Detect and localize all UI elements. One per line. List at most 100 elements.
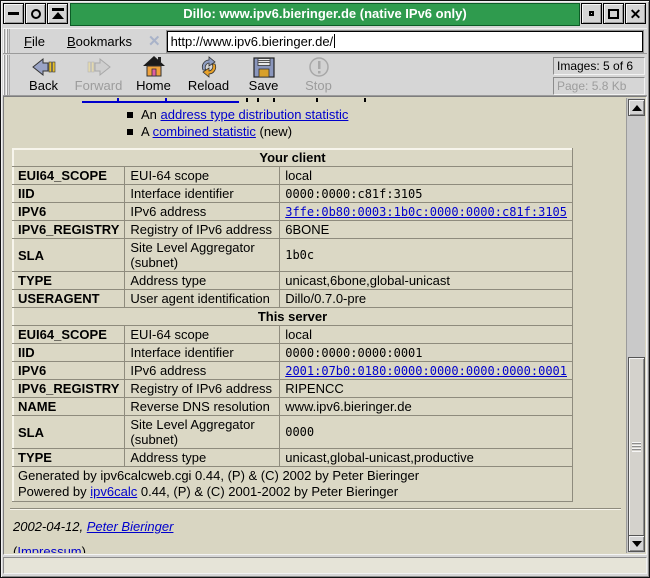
menu-file-initial: F [24,33,32,49]
close-icon: ✕ [629,5,642,22]
table-row: SLA Site Level Aggregator (subnet) 1b0c [11,238,573,272]
row-key: IID [11,184,126,203]
client-ipv6-address-link[interactable]: 3ffe:0b80:0003:1b0c:0000:0000:c81f:3105 [285,205,567,219]
menubar-drag-handle[interactable] [3,29,10,53]
small-square-icon [589,11,594,16]
menubar: File Bookmarks ✕ http://www.ipv6.biering… [3,28,647,54]
bullet2-prefix: A [141,124,153,139]
row-value: local [279,325,573,344]
date-text: 2002-04-12, [13,519,87,534]
stop-label: Stop [305,78,332,93]
table-row: TYPE Address type unicast,global-unicast… [11,448,573,467]
reload-label: Reload [187,78,230,93]
scroll-down-button[interactable] [628,535,645,552]
window-maximize-button[interactable] [603,3,624,24]
address-type-statistic-link[interactable]: address type distribution statistic [161,107,349,122]
save-button[interactable]: Save [236,55,291,95]
forward-icon [87,55,111,79]
images-status: Images: 5 of 6 [553,57,645,75]
row-desc: Interface identifier [124,184,281,203]
table-row: IID Interface identifier 0000:0000:c81f:… [11,184,573,203]
table-footer-row: Generated by ipv6calcweb.cgi 0.44, (P) &… [12,466,573,502]
row-key: NAME [11,397,126,416]
scrollbar-grip [632,442,641,452]
titlebar: Dillo: www.ipv6.bieringer.de (native IPv… [3,3,647,26]
row-desc: Reverse DNS resolution [124,397,281,416]
row-key: IPV6 [11,361,126,380]
list-item: An address type distribution statistic [127,107,626,123]
back-icon [31,55,56,79]
peter-bieringer-link[interactable]: Peter Bieringer [87,519,174,534]
row-value: 6BONE [279,220,573,239]
row-key: SLA [11,238,126,272]
clipped-text-line [5,98,626,104]
row-value: unicast,6bone,global-unicast [279,271,573,290]
reload-button[interactable]: Reload [181,55,236,95]
date-line: 2002-04-12, Peter Bieringer [13,519,626,534]
window-iconify-button[interactable] [581,3,602,24]
stop-button[interactable]: Stop [291,55,346,95]
window-shade-button[interactable] [47,3,68,24]
row-value: local [279,166,573,185]
menu-bookmarks-initial: B [66,33,76,49]
info-boxes: Images: 5 of 6 Page: 5.8 Kb [553,55,645,95]
save-label: Save [248,78,279,93]
table-row: IPV6_REGISTRY Registry of IPv6 address 6… [11,220,573,239]
window-circle-button[interactable] [25,3,46,24]
menu-file-label: ile [31,33,45,49]
generated-by-text: Generated by ipv6calcweb.cgi 0.44, (P) &… [18,468,420,483]
row-desc: Site Level Aggregator (subnet) [124,415,281,449]
row-value: RIPENCC [279,379,573,398]
row-key: SLA [11,415,126,449]
home-button[interactable]: Home [126,55,181,95]
forward-button[interactable]: Forward [71,55,126,95]
home-label: Home [136,78,171,93]
list-item: A combined statistic (new) [127,124,626,140]
row-desc: Address type [124,271,281,290]
page-size-status: Page: 5.8 Kb [553,77,645,95]
menu-file[interactable]: File [16,31,53,52]
circle-icon [30,8,41,19]
table-row: NAME Reverse DNS resolution www.ipv6.bie… [11,397,573,416]
row-key: EUI64_SCOPE [11,325,126,344]
impressum-link[interactable]: Impressum [17,544,81,553]
table-row: IPV6_REGISTRY Registry of IPv6 address R… [11,379,573,398]
row-key: IID [11,343,126,362]
row-value: 1b0c [279,238,573,272]
row-key: IPV6 [11,202,126,221]
server-ipv6-address-link[interactable]: 2001:07b0:0180:0000:0000:0000:0000:0001 [285,364,567,378]
row-key: EUI64_SCOPE [11,166,126,185]
row-value: 0000 [279,415,573,449]
table-row: SLA Site Level Aggregator (subnet) 0000 [11,415,573,449]
powered-by-prefix: Powered by [18,484,91,499]
maximize-icon [608,8,619,19]
url-input[interactable]: http://www.ipv6.bieringer.de/ [166,30,643,52]
server-section-title: This server [12,307,573,326]
table-row: EUI64_SCOPE EUI-64 scope local [11,166,573,185]
table-section-header: Your client [12,148,573,167]
scroll-up-button[interactable] [628,99,645,116]
row-desc: EUI-64 scope [124,166,281,185]
vertical-scrollbar[interactable] [626,98,645,553]
clear-url-icon[interactable]: ✕ [148,32,161,50]
page-content: An address type distribution statistic A… [5,98,626,553]
window-close-button[interactable]: ✕ [625,3,646,24]
scrollbar-thumb[interactable] [628,357,645,537]
window-minimize-button[interactable] [3,3,24,24]
combined-statistic-link[interactable]: combined statistic [153,124,256,139]
impressum-line: (Impressum) [13,544,626,553]
table-row: USERAGENT User agent identification Dill… [11,289,573,308]
row-desc: Registry of IPv6 address [124,220,281,239]
row-value: www.ipv6.bieringer.de [279,397,573,416]
powered-by-suffix: 0.44, (P) & (C) 2001-2002 by Peter Bieri… [137,484,399,499]
toolbar-drag-handle[interactable] [3,55,10,95]
content-viewport: An address type distribution statistic A… [3,96,647,555]
menu-bookmarks-label: ookmarks [75,33,132,49]
shade-icon [51,8,64,19]
menu-bookmarks[interactable]: Bookmarks [59,31,140,52]
dillo-window: Dillo: www.ipv6.bieringer.de (native IPv… [0,0,650,578]
ipv6calc-link[interactable]: ipv6calc [90,484,137,499]
home-icon [142,55,166,79]
back-button[interactable]: Back [16,55,71,95]
status-bar [3,557,647,574]
